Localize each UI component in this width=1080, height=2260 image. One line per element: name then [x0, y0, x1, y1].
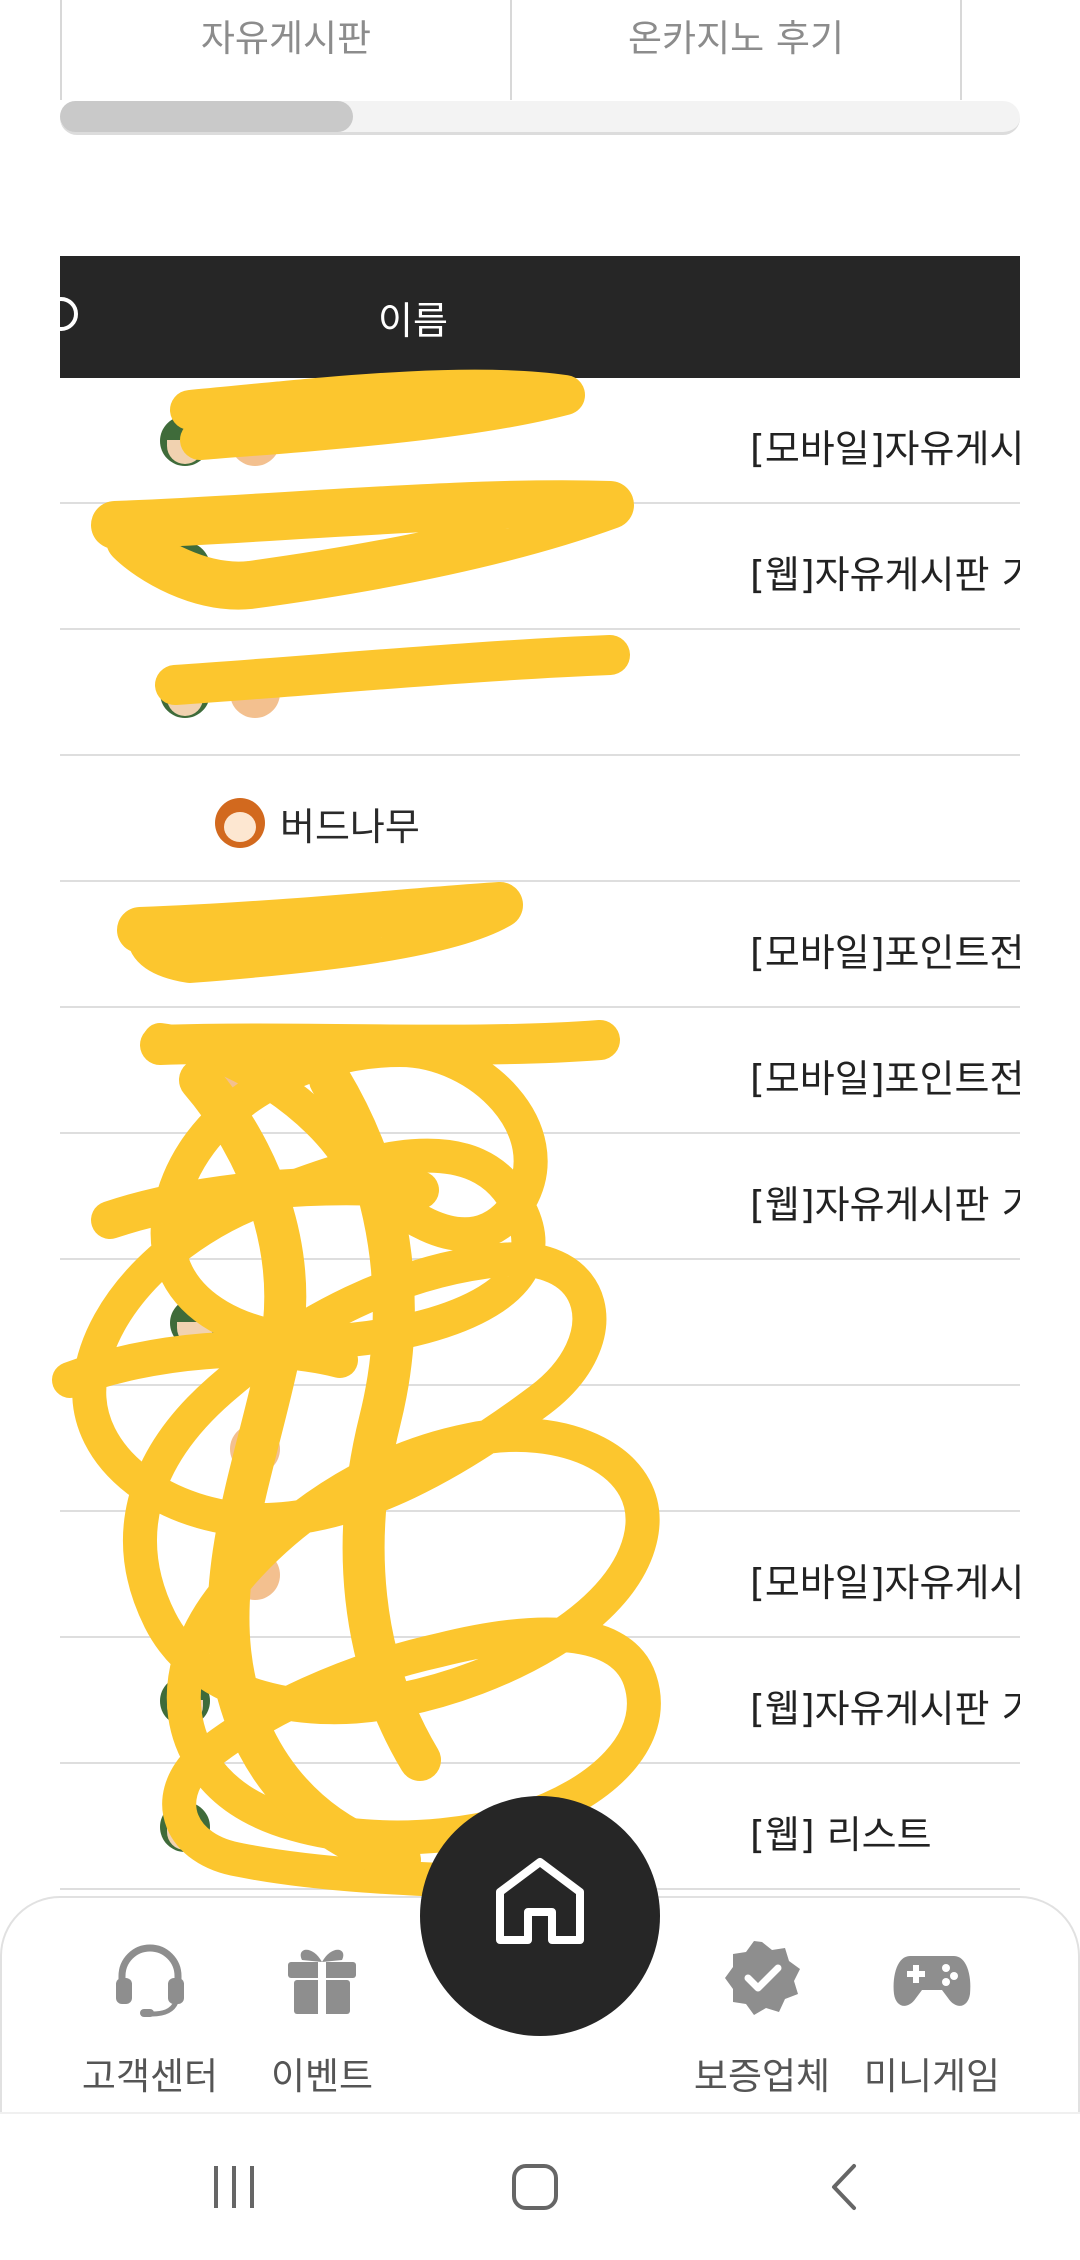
post-category: [웹] 리스트: [750, 1813, 932, 1857]
table-row[interactable]: [모바일]포인트전: [60, 882, 1020, 1008]
nav-verified-label: 보증업체: [693, 2055, 831, 2098]
nav-verified[interactable]: 보증업체: [682, 1938, 842, 2100]
user-avatar-icon: [215, 798, 265, 848]
rank-avatar-icon: [170, 1298, 220, 1348]
tab-partial[interactable]: [960, 0, 1020, 100]
header-partial-icon: [44, 297, 78, 331]
table-row[interactable]: [60, 1386, 1020, 1512]
table-row[interactable]: [60, 1260, 1020, 1386]
post-category: [모바일]자유게시: [750, 427, 1020, 471]
user-name: 버드나무: [280, 805, 420, 849]
rank-avatar-icon: [160, 920, 210, 970]
tab-free-board[interactable]: 자유게시판: [60, 0, 510, 100]
post-category: [웹]자유게시판 기: [750, 1687, 1020, 1731]
home-icon: [496, 1858, 584, 1944]
system-nav-bar: [0, 2112, 1080, 2260]
tabs-scrollbar-thumb[interactable]: [60, 101, 353, 132]
post-category: [웹]자유게시판 기: [750, 553, 1020, 597]
table-row[interactable]: [모바일]자유게시: [60, 1512, 1020, 1638]
table-row[interactable]: 버드나무: [60, 756, 1020, 882]
table-row[interactable]: [모바일]포인트전: [60, 1008, 1020, 1134]
rank-avatar-icon: [160, 668, 210, 718]
table-row[interactable]: [웹]자유게시판 기: [60, 1134, 1020, 1260]
home-system-icon[interactable]: [510, 2162, 560, 2212]
post-category: [모바일]포인트전: [750, 931, 1020, 975]
tab-oncasino-review[interactable]: 온카지노 후기: [510, 0, 960, 100]
board-tabs: 자유게시판 온카지노 후기: [60, 0, 1020, 100]
home-button[interactable]: [420, 1796, 660, 2036]
nav-minigame[interactable]: 미니게임: [852, 1938, 1012, 2100]
rank-avatar-icon: [160, 542, 210, 592]
table-row[interactable]: [웹]자유게시판 기: [60, 1638, 1020, 1764]
gamepad-icon: [892, 1938, 972, 2018]
table-row[interactable]: [60, 630, 1020, 756]
user-avatar-icon: [230, 668, 280, 718]
nav-customer-center-label: 고객센터: [81, 2055, 219, 2098]
recent-apps-icon[interactable]: [210, 2162, 260, 2212]
rank-avatar-icon: [160, 1802, 210, 1852]
nav-minigame-label: 미니게임: [863, 2055, 1001, 2098]
post-category: [모바일]포인트전: [750, 1057, 1020, 1101]
header-name-column: 이름: [378, 299, 448, 343]
verified-badge-icon: [722, 1938, 802, 2018]
user-avatar-icon: [230, 920, 280, 970]
nav-event-label: 이벤트: [270, 2055, 374, 2098]
back-icon[interactable]: [820, 2162, 870, 2212]
tabs-scrollbar[interactable]: [60, 101, 1020, 135]
post-category: [모바일]자유게시: [750, 1561, 1020, 1605]
user-avatar-icon: [230, 1550, 280, 1600]
post-category: [웹]자유게시판 기: [750, 1183, 1020, 1227]
table-header: 이름: [44, 256, 1020, 378]
rank-avatar-icon: [160, 1676, 210, 1726]
headset-icon: [110, 1938, 190, 2018]
gift-icon: [282, 1938, 362, 2018]
table-row[interactable]: [웹]자유게시판 기: [60, 504, 1020, 630]
rank-avatar-icon: [160, 416, 210, 466]
table-row[interactable]: [모바일]자유게시: [60, 378, 1020, 504]
user-avatar-icon: [230, 416, 280, 466]
user-avatar-icon: [230, 1424, 280, 1474]
user-avatar-icon: [215, 1046, 265, 1096]
nav-customer-center[interactable]: 고객센터: [70, 1938, 230, 2100]
nav-event[interactable]: 이벤트: [242, 1938, 402, 2100]
